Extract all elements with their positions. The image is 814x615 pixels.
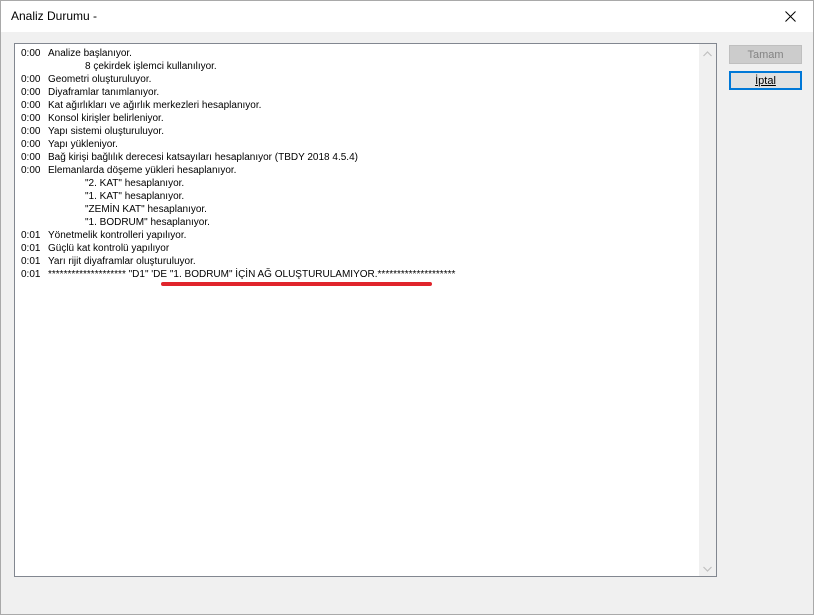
log-time: 0:00 [21, 165, 41, 176]
log-line: 0:01 Yarı rijit diyaframlar oluşturuluyor… [21, 255, 696, 268]
log-message: "1. KAT" hesaplanıyor. [85, 191, 185, 202]
log-line: 0:00 Geometri oluşturuluyor. [21, 73, 696, 86]
log-line: 0:00 Kat ağırlıkları ve ağırlık merkezler… [21, 99, 696, 112]
log-lines: 0:00 Analize başlanıyor. 8 çekirdek işlemc… [21, 47, 696, 281]
log-time: 0:00 [21, 74, 41, 85]
scroll-up-button[interactable] [699, 44, 716, 61]
log-time: 0:00 [21, 152, 41, 163]
error-highlight-underline [161, 282, 432, 286]
chevron-down-icon [703, 559, 712, 577]
log-line: "1. BODRUM" hesaplanıyor. [21, 216, 696, 229]
log-line: 0:00 Yapı sistemi oluşturuluyor. [21, 125, 696, 138]
log-line: 0:01 Güçlü kat kontrolü yapılıyor [21, 242, 696, 255]
log-message: "ZEMİN KAT" hesaplanıyor. [85, 204, 207, 215]
chevron-up-icon [703, 44, 712, 62]
log-message: "2. KAT" hesaplanıyor. [85, 178, 185, 189]
log-time: 0:00 [21, 139, 41, 150]
log-time: 0:01 [21, 243, 41, 254]
log-time: 0:01 [21, 256, 41, 267]
analysis-log[interactable]: 0:00 Analize başlanıyor. 8 çekirdek işlemc… [14, 43, 717, 577]
log-line: "2. KAT" hesaplanıyor. [21, 177, 696, 190]
log-time: 0:00 [21, 126, 41, 137]
log-line: 0:00 Analize başlanıyor. [21, 47, 696, 60]
ok-button-label: Tamam [747, 48, 784, 61]
close-icon [784, 11, 796, 22]
log-message: Yapı yükleniyor. [48, 139, 118, 150]
log-message: Yönetmelik kontrolleri yapılıyor. [48, 230, 187, 241]
log-time: 0:00 [21, 87, 41, 98]
cancel-button[interactable]: İptal [729, 71, 802, 90]
log-time: 0:00 [21, 48, 41, 59]
log-line: 0:00 Diyaframlar tanımlanıyor. [21, 86, 696, 99]
scroll-down-button[interactable] [699, 559, 716, 576]
log-time: 0:00 [21, 100, 41, 111]
log-message: Yarı rijit diyaframlar oluşturuluyor. [48, 256, 196, 267]
log-time: 0:00 [21, 113, 41, 124]
log-time: 0:01 [21, 269, 41, 280]
log-message: Konsol kirişler belirleniyor. [48, 113, 164, 124]
log-line: 0:00 Bağ kirişi bağlılık derecesi katsayı… [21, 151, 696, 164]
log-line: "1. KAT" hesaplanıyor. [21, 190, 696, 203]
log-message: Diyaframlar tanımlanıyor. [48, 87, 160, 98]
log-message: Yapı sistemi oluşturuluyor. [48, 126, 164, 137]
log-line: 0:00 Elemanlarda döşeme yükleri hesaplanı… [21, 164, 696, 177]
log-line: 0:01 ******************** "D1" 'DE "1. BO… [21, 268, 696, 281]
log-message: "1. BODRUM" hesaplanıyor. [85, 217, 210, 228]
log-message: Kat ağırlıkları ve ağırlık merkezleri he… [48, 100, 262, 111]
log-line: "ZEMİN KAT" hesaplanıyor. [21, 203, 696, 216]
log-line: 0:00 Konsol kirişler belirleniyor. [21, 112, 696, 125]
log-message: Analize başlanıyor. [48, 48, 132, 59]
ok-button[interactable]: Tamam [729, 45, 802, 64]
log-message: Geometri oluşturuluyor. [48, 74, 152, 85]
log-message: Güçlü kat kontrolü yapılıyor [48, 243, 170, 254]
title-bar: Analiz Durumu - [1, 1, 813, 32]
log-line: 8 çekirdek işlemci kullanılıyor. [21, 60, 696, 73]
window-title: Analiz Durumu - [11, 9, 98, 23]
analysis-status-dialog: Analiz Durumu - 0:00 Analize başlanıyor. 8… [0, 0, 814, 615]
log-time: 0:01 [21, 230, 41, 241]
log-message: ******************** "D1" 'DE "1. BODRUM… [48, 269, 456, 280]
log-line: 0:01 Yönetmelik kontrolleri yapılıyor. [21, 229, 696, 242]
close-button[interactable] [767, 1, 813, 32]
log-message: Bağ kirişi bağlılık derecesi katsayıları… [48, 152, 358, 163]
log-message: Elemanlarda döşeme yükleri hesaplanıyor. [48, 165, 237, 176]
log-message: 8 çekirdek işlemci kullanılıyor. [85, 61, 217, 72]
log-line: 0:00 Yapı yükleniyor. [21, 138, 696, 151]
log-scrollbar[interactable] [699, 44, 716, 576]
cancel-button-label: İptal [755, 74, 776, 87]
